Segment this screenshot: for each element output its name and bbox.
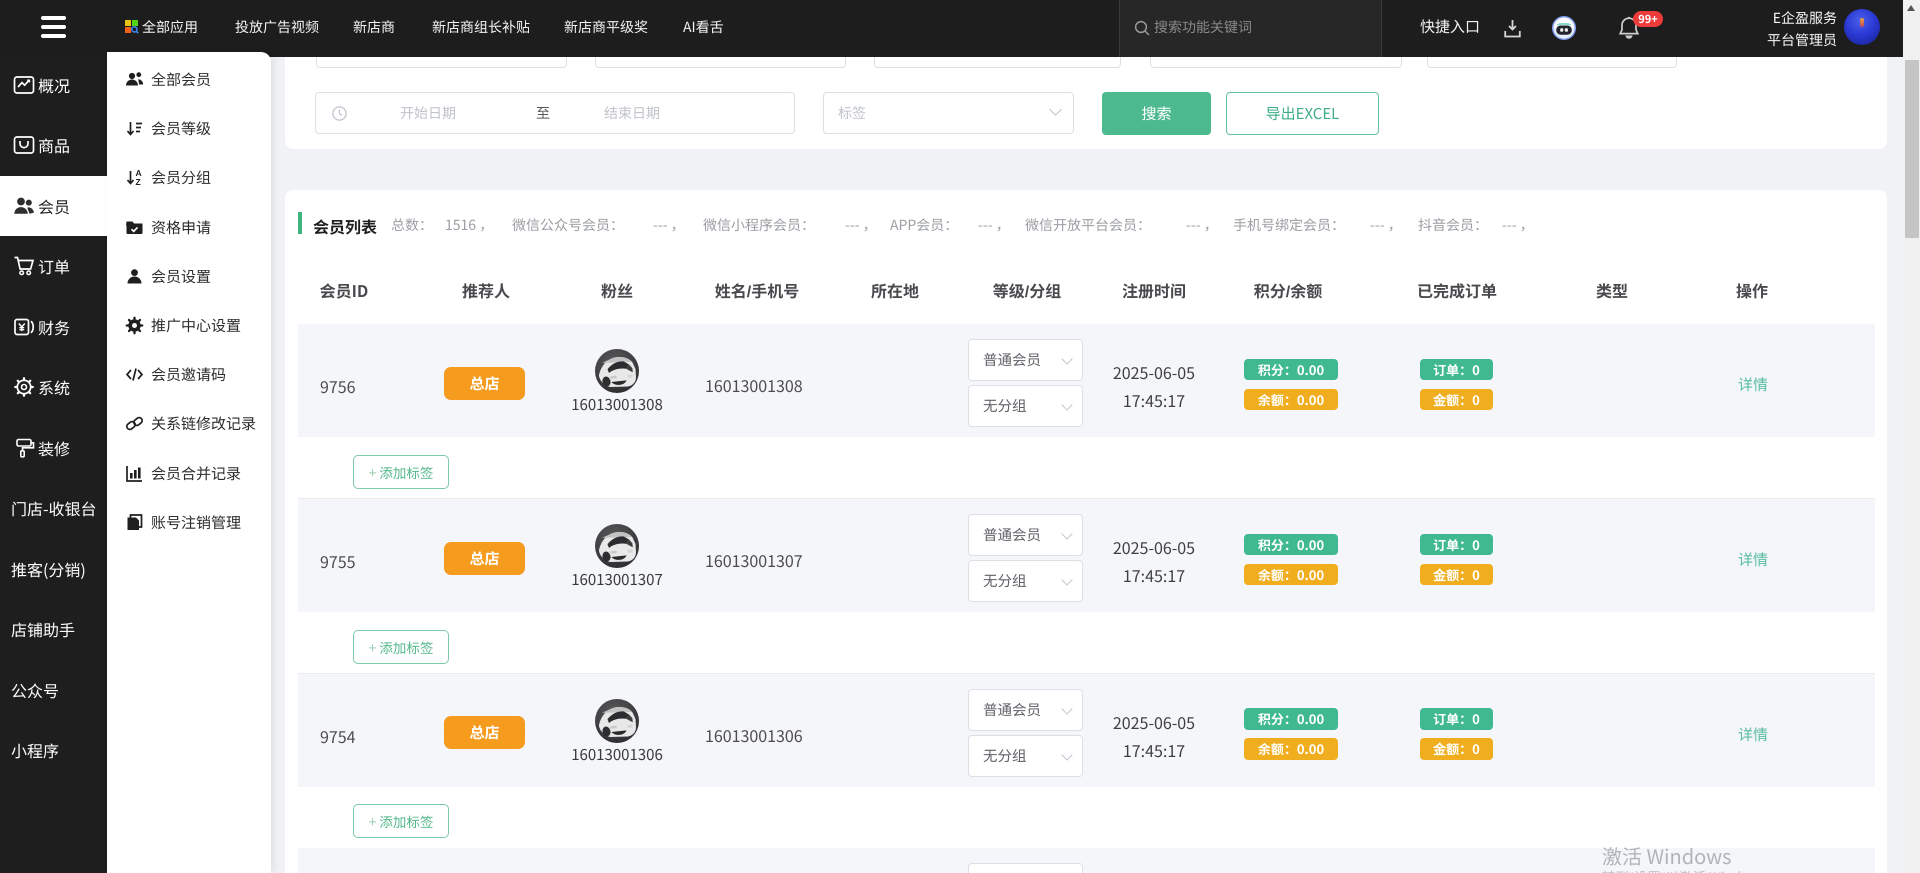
- svg-text:Z: Z: [136, 177, 141, 187]
